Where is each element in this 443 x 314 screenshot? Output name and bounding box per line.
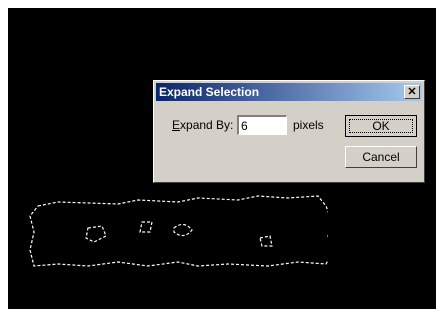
- dialog-title: Expand Selection: [159, 85, 260, 99]
- pixels-unit-label: pixels: [293, 118, 324, 132]
- expand-by-label: Expand By:: [172, 118, 233, 132]
- expand-selection-dialog: Expand Selection ✕ Expand By: pixels OK …: [153, 80, 425, 183]
- expand-by-input[interactable]: [237, 115, 287, 135]
- expand-by-label-text: xpand By:: [180, 118, 234, 132]
- close-icon[interactable]: ✕: [404, 85, 420, 99]
- expand-by-mnemonic: E: [172, 118, 181, 132]
- ok-button[interactable]: OK: [345, 115, 417, 137]
- marching-ants-selection: [29, 195, 328, 267]
- cancel-button[interactable]: Cancel: [345, 146, 417, 168]
- dialog-titlebar[interactable]: Expand Selection ✕: [156, 83, 422, 101]
